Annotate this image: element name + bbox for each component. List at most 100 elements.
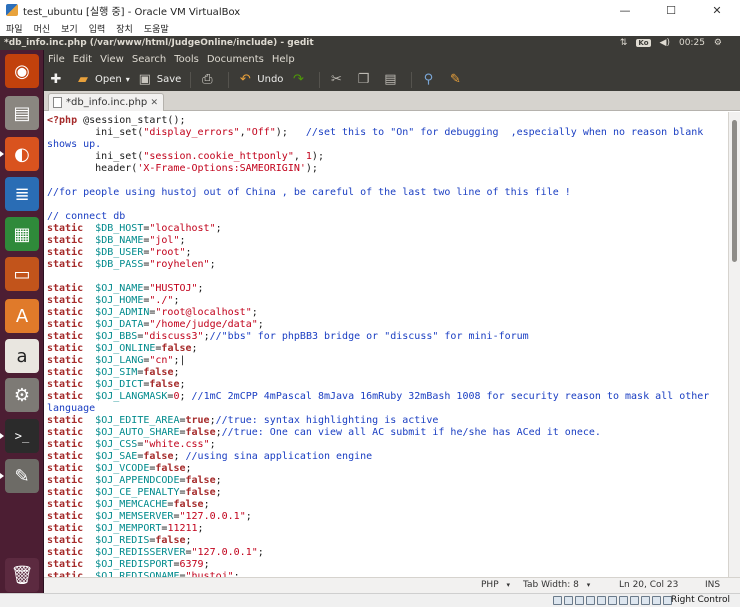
menu-tools[interactable]: Tools bbox=[174, 54, 199, 65]
code-token: false bbox=[161, 343, 192, 354]
open-button[interactable]: ▰ Open ▾ bbox=[75, 70, 130, 90]
gear-icon[interactable]: ⚙ bbox=[714, 38, 722, 48]
vbox-device-icons bbox=[553, 596, 672, 605]
calc-icon[interactable]: ▦ bbox=[5, 217, 39, 251]
trash-icon[interactable]: 🗑 bbox=[5, 558, 39, 592]
vbox-title-bar: test_ubuntu [실행 중] - Oracle VM VirtualBo… bbox=[0, 0, 740, 20]
code-token: static bbox=[47, 463, 84, 474]
code-token: static bbox=[47, 475, 84, 486]
file-manager-icon[interactable]: ▤ bbox=[5, 96, 39, 130]
replace-button[interactable]: ✎ bbox=[447, 70, 467, 90]
amazon-icon-glyph: a bbox=[16, 345, 28, 367]
shared-folders-icon[interactable] bbox=[608, 596, 617, 605]
code-token: false bbox=[185, 475, 216, 486]
file-manager-icon-glyph: ▤ bbox=[13, 102, 31, 124]
tab-width-selector[interactable]: Tab Width: 8 ▾ bbox=[523, 580, 590, 590]
mouse-integration-icon[interactable] bbox=[652, 596, 661, 605]
code-token: "localhost" bbox=[149, 223, 216, 234]
vbox-menu-machine[interactable]: 머신 bbox=[34, 22, 51, 35]
menu-search[interactable]: Search bbox=[132, 54, 166, 65]
volume-icon[interactable]: ◀) bbox=[660, 38, 670, 48]
code-token: ; bbox=[215, 487, 222, 498]
code-token: "/home/judge/data" bbox=[149, 319, 258, 330]
usb-icon[interactable] bbox=[597, 596, 606, 605]
display-icon[interactable] bbox=[619, 596, 628, 605]
menu-edit[interactable]: Edit bbox=[73, 54, 92, 65]
new-document-button[interactable]: ✚ bbox=[48, 70, 68, 90]
maximize-button[interactable]: ☐ bbox=[648, 0, 694, 20]
close-tab-icon[interactable]: ✕ bbox=[150, 98, 158, 108]
tab-db-info[interactable]: *db_info.inc.php ✕ bbox=[48, 93, 164, 111]
menu-file[interactable]: File bbox=[48, 54, 65, 65]
vbox-menu-devices[interactable]: 장치 bbox=[116, 22, 133, 35]
copy-button[interactable]: ❐ bbox=[355, 70, 375, 90]
text-editor-icon[interactable]: ✎ bbox=[0, 459, 39, 493]
hard-disk-icon[interactable] bbox=[553, 596, 562, 605]
ubuntu-dash-icon[interactable]: ◉ bbox=[5, 54, 39, 88]
code-token: static bbox=[47, 331, 84, 342]
code-token: ; bbox=[209, 259, 216, 270]
code-token: static bbox=[47, 295, 84, 306]
cpu-icon[interactable] bbox=[641, 596, 650, 605]
redo-button[interactable]: ↷ bbox=[290, 70, 310, 90]
writer-icon[interactable]: ≣ bbox=[5, 177, 39, 211]
vbox-menu-view[interactable]: 보기 bbox=[61, 22, 78, 35]
code-token: static bbox=[47, 391, 84, 402]
settings-icon-glyph: ⚙ bbox=[13, 384, 31, 406]
clock[interactable]: 00:25 bbox=[679, 38, 705, 48]
code-token: static bbox=[47, 247, 84, 258]
network-icon[interactable] bbox=[586, 596, 595, 605]
code-token: $OJ_REDIS bbox=[95, 535, 150, 546]
code-editor[interactable]: <?php @session_start(); ini_set("display… bbox=[44, 112, 728, 577]
menu-view[interactable]: View bbox=[100, 54, 124, 65]
audio-icon[interactable] bbox=[575, 596, 584, 605]
software-center-icon[interactable]: A bbox=[5, 299, 39, 333]
code-line: static $OJ_MEMCACHE=false; bbox=[47, 499, 728, 511]
language-selector[interactable]: PHP ▾ bbox=[481, 580, 510, 590]
menu-documents[interactable]: Documents bbox=[207, 54, 264, 65]
running-indicator bbox=[0, 151, 4, 157]
code-token: "./" bbox=[149, 295, 174, 306]
terminal-icon[interactable]: >_ bbox=[0, 419, 39, 453]
code-token: static bbox=[47, 379, 84, 390]
find-button[interactable]: ⚲ bbox=[420, 70, 440, 90]
code-token: $OJ_CSS bbox=[95, 439, 138, 450]
code-token: "white.css" bbox=[143, 439, 210, 450]
menu-help[interactable]: Help bbox=[272, 54, 295, 65]
updown-arrows-icon[interactable]: ⇅ bbox=[620, 38, 628, 48]
code-line: static $OJ_REDISPORT=6379; bbox=[47, 559, 728, 571]
undo-button[interactable]: ↶ Undo bbox=[237, 70, 284, 90]
editor-scrollbar[interactable] bbox=[728, 112, 740, 577]
vbox-menu-file[interactable]: 파일 bbox=[6, 22, 23, 35]
vbox-menu-help[interactable]: 도움말 bbox=[144, 22, 169, 35]
firefox-icon[interactable]: ◐ bbox=[0, 137, 39, 171]
amazon-icon[interactable]: a bbox=[5, 339, 39, 373]
paste-button[interactable]: ▤ bbox=[382, 70, 402, 90]
optical-drive-icon[interactable] bbox=[564, 596, 573, 605]
code-token: false bbox=[173, 499, 204, 510]
video-capture-icon[interactable] bbox=[630, 596, 639, 605]
save-button[interactable]: ▣ Save bbox=[137, 70, 182, 90]
code-token: static bbox=[47, 319, 84, 330]
print-button[interactable]: ⎙ bbox=[199, 70, 219, 90]
close-button[interactable]: ✕ bbox=[694, 0, 740, 20]
code-token: ; bbox=[215, 223, 222, 234]
scrollbar-thumb[interactable] bbox=[732, 120, 737, 262]
chevron-down-icon[interactable]: ▾ bbox=[126, 75, 130, 84]
toolbar-separator bbox=[228, 71, 230, 88]
minimize-button[interactable]: — bbox=[602, 0, 648, 20]
vbox-menu-input[interactable]: 입력 bbox=[89, 22, 106, 35]
code-token: static bbox=[47, 355, 84, 366]
code-token: static bbox=[47, 283, 84, 294]
open-label: Open bbox=[95, 74, 122, 85]
impress-icon[interactable]: ▭ bbox=[5, 257, 39, 291]
cut-button[interactable]: ✂ bbox=[328, 70, 348, 90]
settings-icon[interactable]: ⚙ bbox=[5, 378, 39, 412]
keyboard-layout-indicator[interactable]: Ko bbox=[636, 39, 651, 47]
code-token: ; bbox=[173, 367, 180, 378]
code-token: "display_errors" bbox=[143, 127, 240, 138]
code-token: $OJ_ADMIN bbox=[95, 307, 150, 318]
